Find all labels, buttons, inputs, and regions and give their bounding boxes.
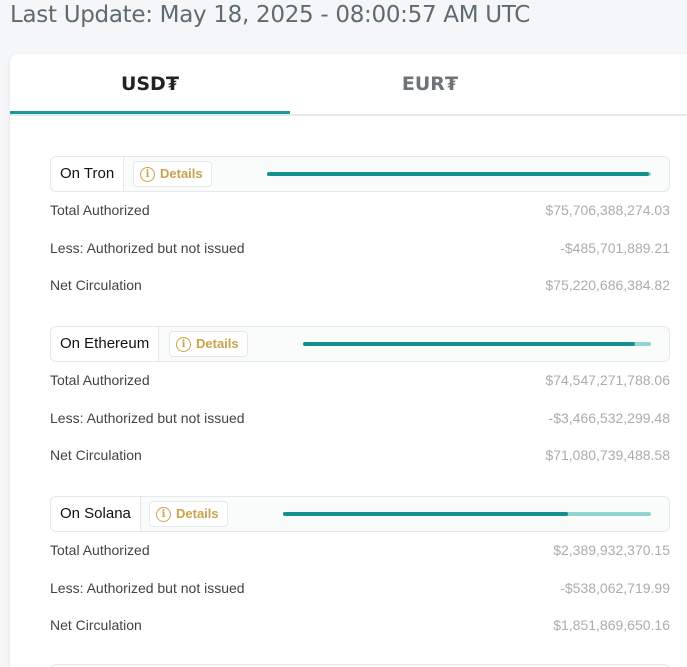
chain-header: On Ethereum i Details bbox=[50, 326, 670, 362]
details-button[interactable]: i Details bbox=[149, 501, 228, 527]
row-label: Less: Authorized but not issued bbox=[50, 240, 245, 256]
row-label: Net Circulation bbox=[50, 617, 142, 633]
issuance-bar bbox=[283, 512, 651, 516]
row-value: $71,080,739,488.58 bbox=[545, 447, 670, 463]
details-button[interactable]: i Details bbox=[133, 161, 212, 187]
row-value: $75,220,686,384.82 bbox=[545, 277, 670, 293]
info-icon: i bbox=[156, 506, 171, 522]
row-label: Net Circulation bbox=[50, 277, 142, 293]
chain-header: On Solana i Details bbox=[50, 496, 670, 532]
details-label: Details bbox=[196, 336, 239, 351]
info-icon: i bbox=[176, 336, 191, 352]
tab-usdt[interactable]: USD₮ bbox=[10, 54, 290, 114]
issuance-bar bbox=[267, 172, 651, 176]
issuance-bar bbox=[303, 342, 651, 346]
info-icon: i bbox=[140, 166, 155, 182]
tab-eurt[interactable]: EUR₮ bbox=[290, 54, 570, 114]
details-button[interactable]: i Details bbox=[169, 331, 248, 357]
details-label: Details bbox=[160, 166, 203, 181]
issuance-bar-fill bbox=[303, 342, 635, 346]
last-update-text: Last Update: May 18, 2025 - 08:00:57 AM … bbox=[10, 2, 530, 28]
row-value: $75,706,388,274.03 bbox=[545, 202, 670, 218]
row-label: Less: Authorized but not issued bbox=[50, 410, 245, 426]
issuance-bar-fill bbox=[283, 512, 569, 516]
chain-header: On Tron i Details bbox=[50, 156, 670, 192]
active-tab-indicator bbox=[10, 111, 290, 114]
row-label: Less: Authorized but not issued bbox=[50, 580, 245, 596]
row-value: -$538,062,719.99 bbox=[560, 580, 670, 596]
row-value: $1,851,869,650.16 bbox=[553, 617, 670, 633]
row-label: Net Circulation bbox=[50, 447, 142, 463]
transparency-card: USD₮ EUR₮ C On Tron i Details Total Auth… bbox=[10, 54, 687, 667]
row-value: $74,547,271,788.06 bbox=[545, 372, 670, 388]
row-value: -$3,466,532,299.48 bbox=[548, 410, 670, 426]
chain-name: On Tron bbox=[51, 157, 125, 191]
issuance-bar-fill bbox=[267, 172, 649, 176]
row-value: $2,389,932,370.15 bbox=[553, 542, 670, 558]
row-label: Total Authorized bbox=[50, 202, 150, 218]
token-tabs: USD₮ EUR₮ C bbox=[10, 54, 687, 116]
row-label: Total Authorized bbox=[50, 542, 150, 558]
chain-name: On Ethereum bbox=[51, 327, 160, 361]
tab-third[interactable]: C bbox=[570, 54, 687, 114]
row-value: -$485,701,889.21 bbox=[560, 240, 670, 256]
row-label: Total Authorized bbox=[50, 372, 150, 388]
chain-name: On Solana bbox=[51, 497, 141, 531]
details-label: Details bbox=[176, 506, 219, 521]
